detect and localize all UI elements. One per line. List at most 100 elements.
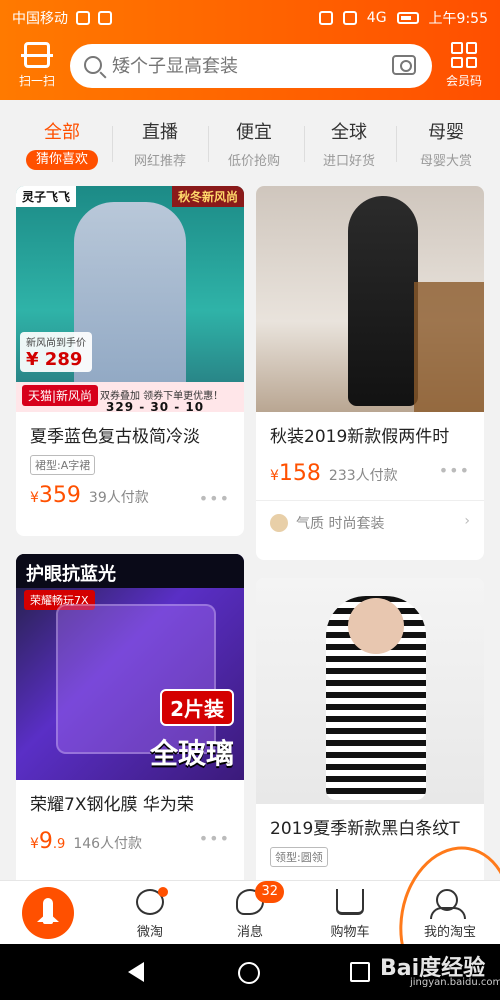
more-options-icon[interactable]: •••	[199, 829, 230, 848]
nav-cart[interactable]: 购物车	[310, 889, 390, 940]
model-figure	[348, 196, 418, 406]
tab-title: 全球	[331, 122, 367, 143]
home-button[interactable]	[22, 887, 74, 939]
product-title: 荣耀7X钢化膜 华为荣	[30, 795, 194, 815]
furniture	[414, 282, 484, 412]
category-tabs: 全部 猜你喜欢 直播 网红推荐 便宜 低价抢购 全球 进口好货 母婴 母婴大赏	[0, 100, 500, 180]
to-hand-label: 新风尚到手价	[26, 338, 86, 349]
currency-symbol: ¥	[30, 490, 39, 506]
product-card-4[interactable]: 2019夏季新款黑白条纹T 领型:圆领	[256, 578, 484, 880]
pack-badge: 2片装	[160, 689, 234, 726]
tab-subtitle: 低价抢购	[227, 154, 280, 169]
clock: 上午9:55	[428, 11, 488, 27]
more-options-icon[interactable]: •••	[199, 489, 230, 508]
nav-label: 微淘	[136, 925, 163, 940]
paid-count: 146人付款	[73, 836, 143, 852]
paid-count: 233人付款	[328, 468, 398, 484]
price: ¥359	[30, 483, 81, 508]
cart-icon	[336, 889, 364, 915]
search-status-icon	[76, 11, 90, 25]
tab-title: 直播	[142, 122, 178, 143]
tab-all[interactable]: 全部 猜你喜欢	[12, 118, 112, 170]
user-icon	[436, 889, 464, 915]
to-hand-value: ¥ 289	[26, 349, 83, 370]
price-row: ¥158 233人付款 •••	[256, 447, 484, 486]
glass-text: 全玻璃	[149, 737, 234, 770]
product-image-1[interactable]: 灵子飞飞 秋冬新风尚 新风尚到手价 ¥ 289 天猫|新风尚 双券叠加 领券下单…	[16, 186, 244, 414]
to-hand-price: 新风尚到手价 ¥ 289	[20, 332, 92, 372]
tab-cheap[interactable]: 便宜 低价抢购	[204, 118, 304, 169]
rocket-icon	[43, 898, 53, 924]
member-code-button[interactable]: 会员码	[438, 38, 490, 94]
message-icon: 32	[236, 881, 284, 915]
signal-4g: 4G	[366, 10, 387, 26]
member-code-label: 会员码	[445, 74, 482, 88]
product-tag: 裙型:A字裙	[30, 455, 96, 475]
battery-icon	[396, 12, 419, 24]
price: ¥9.9	[30, 829, 65, 854]
currency-symbol: ¥	[270, 468, 279, 484]
carrier-label: 中国移动	[12, 11, 68, 27]
bottom-navigation: 微淘 32 消息 购物车 我的淘宝	[0, 880, 500, 944]
nav-messages[interactable]: 32 消息	[210, 881, 290, 940]
more-options-icon[interactable]: •••	[439, 461, 470, 480]
tab-live[interactable]: 直播 网红推荐	[110, 118, 210, 169]
product-image-4[interactable]	[256, 578, 484, 804]
tmall-badge: 天猫|新风尚	[22, 385, 99, 406]
recent-apps-icon[interactable]	[350, 962, 370, 982]
camera-icon[interactable]	[392, 55, 416, 75]
model-figure	[74, 202, 186, 402]
product-title: 夏季蓝色复古极简冷淡	[30, 427, 200, 447]
watermark-url: jingyan.baidu.com	[410, 977, 500, 988]
product-card-1[interactable]: 灵子飞飞 秋冬新风尚 新风尚到手价 ¥ 289 天猫|新风尚 双券叠加 领券下单…	[16, 186, 244, 536]
tab-global[interactable]: 全球 进口好货	[299, 118, 399, 169]
price-dec: .9	[52, 837, 66, 852]
product-title: 秋装2019新款假两件时	[270, 427, 450, 447]
product-feed: 灵子飞飞 秋冬新风尚 新风尚到手价 ¥ 289 天猫|新风尚 双券叠加 领券下单…	[0, 180, 500, 880]
chevron-right-icon: ›	[464, 513, 470, 529]
price-value: 158	[278, 461, 321, 486]
product-card-3[interactable]: 护眼抗蓝光 荣耀畅玩7X 2片装 全玻璃 荣耀7X钢化膜 华为荣 ¥9.9 14…	[16, 554, 244, 880]
style-text: 气质 时尚套装	[296, 516, 385, 532]
promo-badge-left: 灵子飞飞	[16, 186, 77, 207]
tab-subtitle: 猜你喜欢	[26, 150, 98, 170]
notification-dot	[158, 887, 168, 897]
currency-symbol: ¥	[30, 836, 39, 852]
nav-weitao[interactable]: 微淘	[110, 887, 190, 940]
style-link[interactable]: 气质 时尚套装 ›	[256, 500, 484, 545]
price-value: 359	[38, 483, 81, 508]
tab-baby[interactable]: 母婴 母婴大赏	[396, 118, 496, 169]
product-image-3[interactable]: 护眼抗蓝光 荣耀畅玩7X 2片装 全玻璃	[16, 554, 244, 780]
tab-title: 全部	[44, 122, 80, 143]
back-icon[interactable]	[128, 962, 144, 982]
price-row: ¥9.9 146人付款 •••	[16, 815, 244, 854]
scan-label: 扫一扫	[18, 74, 55, 88]
alarm-icon	[318, 11, 333, 25]
status-bar: 中国移动 4G 上午9:55	[0, 0, 500, 34]
model-face	[348, 598, 404, 654]
home-circle-icon[interactable]	[238, 962, 260, 984]
tab-subtitle: 母婴大赏	[419, 154, 472, 169]
tab-title: 母婴	[428, 122, 464, 143]
message-badge: 32	[255, 881, 284, 903]
tab-subtitle: 网红推荐	[133, 154, 186, 169]
promo-badge-right: 秋冬新风尚	[171, 186, 244, 207]
scan-button[interactable]: 扫一扫	[14, 38, 60, 94]
search-bar[interactable]	[70, 44, 432, 88]
member-code-icon	[451, 42, 477, 68]
search-input[interactable]	[112, 50, 392, 82]
tab-title: 便宜	[236, 122, 272, 143]
nav-label: 购物车	[330, 925, 370, 940]
top-bar: 中国移动 4G 上午9:55 扫一扫 会员码	[0, 0, 500, 100]
hd-icon	[342, 11, 357, 25]
product-image-2[interactable]	[256, 186, 484, 412]
paid-count: 39人付款	[88, 490, 149, 506]
tab-subtitle: 进口好货	[322, 154, 375, 169]
price: ¥158	[270, 461, 321, 486]
product-card-2[interactable]: 秋装2019新款假两件时 ¥158 233人付款 ••• 气质 时尚套装 ›	[256, 186, 484, 560]
weitao-icon	[136, 887, 168, 915]
nav-label: 我的淘宝	[423, 925, 476, 940]
price-int: 9	[38, 829, 53, 854]
scan-icon	[21, 42, 53, 68]
nav-my-taobao[interactable]: 我的淘宝	[410, 889, 490, 940]
